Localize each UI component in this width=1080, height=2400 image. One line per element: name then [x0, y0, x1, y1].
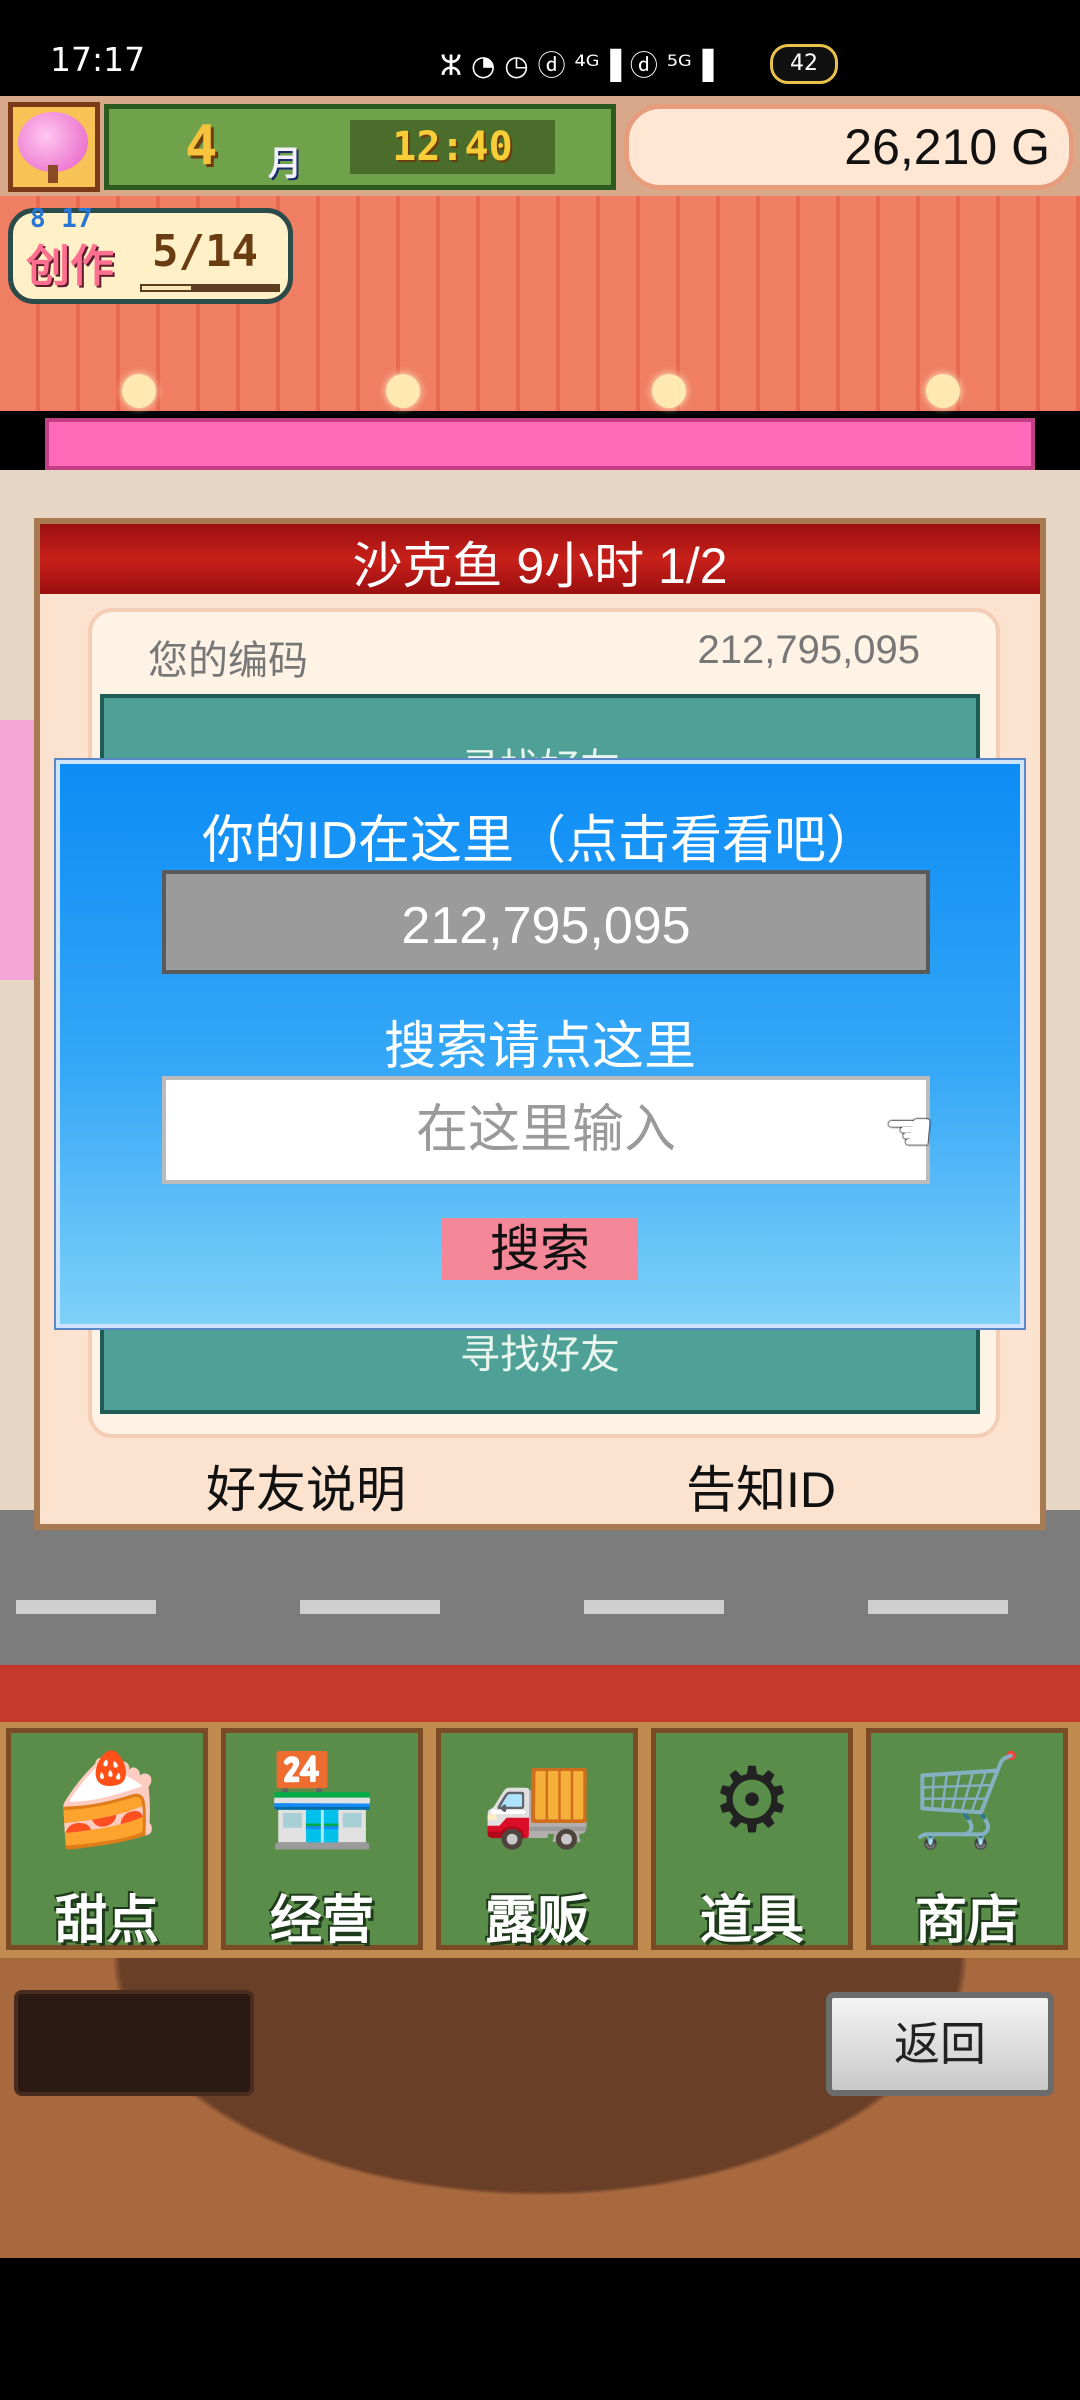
- road-stripe: [868, 1600, 1008, 1614]
- search-button[interactable]: 搜索: [442, 1218, 638, 1280]
- food-truck-icon: 🚚: [480, 1748, 594, 1853]
- shop-building-icon: 🏪: [265, 1748, 379, 1853]
- search-id-input[interactable]: [162, 1076, 930, 1184]
- search-prompt: 搜索请点这里: [383, 1018, 696, 1076]
- road-decoration: [0, 1510, 1080, 1670]
- empty-slot: [14, 1990, 254, 2096]
- cake-icon: 🍰: [50, 1748, 164, 1853]
- shopping-cart-icon: 🛒: [910, 1748, 1024, 1853]
- cherry-tree-icon: [18, 112, 88, 172]
- lamp-decoration: [386, 374, 420, 408]
- back-button[interactable]: 返回: [826, 1992, 1054, 2096]
- menu-label: 甜点: [54, 1891, 159, 1951]
- code-label: 您的编码: [148, 639, 308, 683]
- game-clock: 12:40: [392, 124, 513, 170]
- menu-label: 露贩: [484, 1891, 589, 1951]
- tell-id-link[interactable]: 告知ID: [686, 1450, 836, 1522]
- month-number: 4: [185, 114, 218, 177]
- lamp-decoration: [652, 374, 686, 408]
- status-icons: ⵣ ◔ ◷ ⓓ ⁴ᴳ▐ ⓓ ⁵ᴳ▐: [440, 49, 714, 82]
- panel-title: 沙克鱼 9小时 1/2: [352, 538, 728, 594]
- road-stripe: [300, 1600, 440, 1614]
- road-stripe: [16, 1600, 156, 1614]
- system-nav-bar: [0, 2258, 1080, 2400]
- menu-label: 商店: [914, 1891, 1019, 1951]
- money-amount: 26,210 G: [844, 119, 1050, 175]
- menu-label: 道具: [699, 1891, 804, 1951]
- create-label: 创作: [26, 241, 114, 292]
- pointing-hand-icon: ☚: [884, 1100, 935, 1165]
- month-unit: 月: [268, 144, 302, 184]
- awning-decoration: [45, 418, 1035, 470]
- dialog-title: 你的ID在这里（点击看看吧）: [201, 812, 878, 870]
- your-id-value[interactable]: 212,795,095: [162, 896, 930, 956]
- status-time: 17:17: [50, 40, 146, 79]
- friend-help-link[interactable]: 好友说明: [206, 1450, 406, 1522]
- gear-bag-icon: ⚙: [711, 1748, 793, 1853]
- find-friend-button[interactable]: 寻找好友: [100, 1322, 980, 1380]
- create-count: 5/14: [152, 226, 258, 277]
- menu-label: 经营: [269, 1891, 374, 1951]
- decor-band: [0, 1665, 1080, 1725]
- tree-trunk-icon: [48, 165, 58, 183]
- road-stripe: [584, 1600, 724, 1614]
- battery-indicator: 42: [770, 44, 838, 84]
- lamp-decoration: [122, 374, 156, 408]
- create-progress-fill: [142, 286, 191, 290]
- code-value: 212,795,095: [697, 628, 920, 672]
- lamp-decoration: [926, 374, 960, 408]
